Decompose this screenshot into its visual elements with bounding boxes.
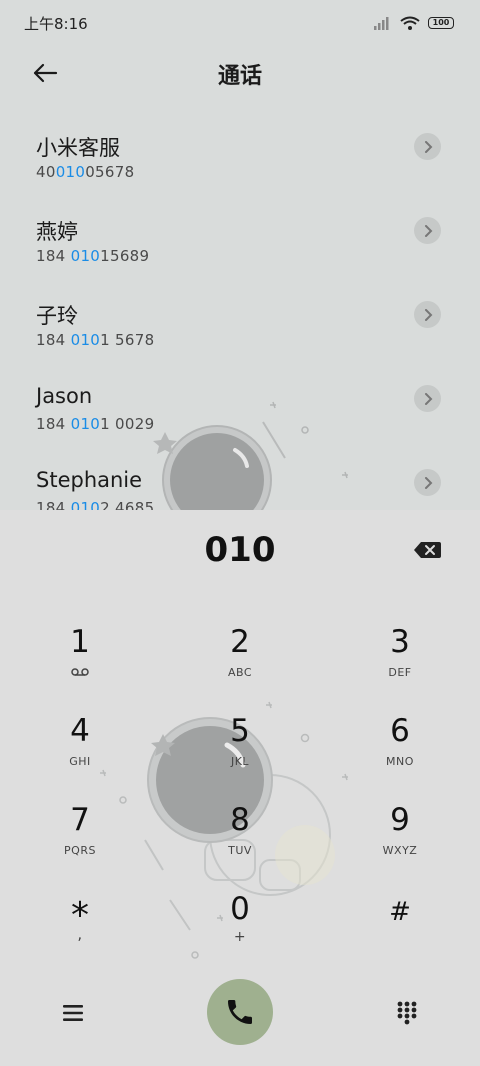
- status-icons: 100: [374, 16, 454, 30]
- contact-number: 184 0101 0029: [36, 415, 155, 433]
- key-hash[interactable]: #: [320, 887, 480, 973]
- menu-button[interactable]: [58, 998, 88, 1028]
- key-digit: 1: [70, 624, 90, 660]
- key-digit: #: [389, 897, 411, 927]
- status-time: 上午8:16: [24, 14, 88, 33]
- dialed-number: 010: [204, 530, 276, 570]
- contact-name: 小米客服: [36, 136, 120, 160]
- chevron-right-icon: [424, 224, 432, 237]
- key-digit: *: [71, 895, 89, 936]
- battery-icon: 100: [428, 17, 454, 29]
- key-4[interactable]: 4 GHI: [0, 709, 160, 795]
- contact-number: 184 0101 5678: [36, 331, 155, 349]
- contact-row[interactable]: 燕婷 184 01015689: [0, 196, 480, 280]
- contact-name: 燕婷: [36, 220, 78, 244]
- key-digit: 3: [390, 624, 410, 660]
- call-button[interactable]: [207, 979, 273, 1045]
- contact-name: Jason: [36, 384, 93, 408]
- contact-detail-button[interactable]: [414, 301, 441, 328]
- chevron-right-icon: [424, 476, 432, 489]
- key-2[interactable]: 2 ABC: [160, 620, 320, 706]
- key-star[interactable]: * ,: [0, 887, 160, 973]
- page-title: 通话: [217, 64, 262, 89]
- status-bar: 上午8:16 100: [0, 0, 480, 46]
- key-letters: +: [233, 929, 247, 945]
- contact-name: 子玲: [36, 304, 78, 328]
- key-8[interactable]: 8 TUV: [160, 798, 320, 884]
- key-digit: 6: [390, 713, 410, 749]
- contact-row[interactable]: Stephanie 184 0102 4685: [0, 448, 480, 510]
- chevron-right-icon: [424, 140, 432, 153]
- keypad-icon: [397, 1001, 417, 1025]
- key-letters: WXYZ: [382, 844, 418, 857]
- contact-row[interactable]: 小米客服 4001005678: [0, 112, 480, 196]
- backspace-button[interactable]: [410, 538, 444, 562]
- voicemail-icon: [0, 666, 160, 679]
- chevron-right-icon: [424, 308, 432, 321]
- backspace-icon: [414, 542, 441, 558]
- key-5[interactable]: 5 JKL: [160, 709, 320, 795]
- key-digit: 7: [70, 802, 90, 838]
- header: 通话: [0, 46, 480, 100]
- key-letters: ABC: [227, 666, 253, 679]
- contact-row[interactable]: Jason 184 0101 0029: [0, 364, 480, 448]
- key-3[interactable]: 3 DEF: [320, 620, 480, 706]
- key-digit: 8: [230, 802, 250, 838]
- signal-icon: [374, 17, 389, 30]
- key-letters: PQRS: [64, 844, 96, 857]
- contact-number: 184 01015689: [36, 247, 150, 265]
- contact-row[interactable]: 子玲 184 0101 5678: [0, 280, 480, 364]
- contact-detail-button[interactable]: [414, 217, 441, 244]
- contact-name: Stephanie: [36, 468, 143, 492]
- key-7[interactable]: 7 PQRS: [0, 798, 160, 884]
- keypad-toggle-button[interactable]: [390, 996, 424, 1030]
- key-letters: DEF: [388, 666, 412, 679]
- phone-icon: [228, 1000, 252, 1024]
- key-letters: ,: [77, 925, 83, 943]
- contact-list: 小米客服 4001005678 燕婷 184 01015689 子玲 184 0…: [0, 112, 480, 510]
- key-letters: TUV: [228, 844, 252, 857]
- battery-level: 100: [432, 18, 450, 27]
- key-9[interactable]: 9 WXYZ: [320, 798, 480, 884]
- key-letters: MNO: [386, 755, 414, 768]
- contact-number: 184 0102 4685: [36, 499, 155, 510]
- key-digit: 9: [390, 802, 410, 838]
- contact-detail-button[interactable]: [414, 469, 441, 496]
- contact-number: 4001005678: [36, 163, 135, 181]
- key-0[interactable]: 0 +: [160, 887, 320, 973]
- contact-detail-button[interactable]: [414, 133, 441, 160]
- key-1[interactable]: 1: [0, 620, 160, 706]
- chevron-right-icon: [424, 392, 432, 405]
- contact-detail-button[interactable]: [414, 385, 441, 412]
- wifi-icon: [400, 16, 420, 30]
- key-digit: 5: [230, 713, 250, 749]
- key-letters: JKL: [230, 755, 250, 768]
- key-digit: 2: [230, 624, 250, 660]
- bottom-action-bar: [0, 978, 480, 1048]
- key-6[interactable]: 6 MNO: [320, 709, 480, 795]
- key-letters: GHI: [69, 755, 91, 768]
- menu-icon: [63, 1005, 83, 1021]
- key-digit: 4: [70, 713, 90, 749]
- key-digit: 0: [230, 891, 250, 927]
